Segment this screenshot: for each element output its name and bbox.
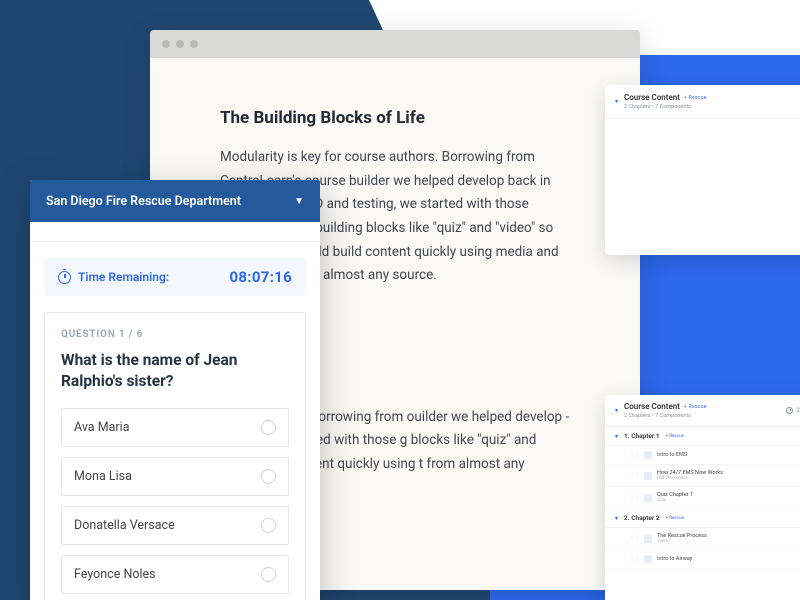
caret-down-icon: ▾ xyxy=(615,433,618,440)
answer-option[interactable]: Mona Lisa xyxy=(61,457,289,496)
browser-titlebar xyxy=(150,30,640,58)
caret-down-icon: ▾ xyxy=(615,515,618,522)
chapter-badge: + Rescue xyxy=(666,516,684,521)
course-content-header[interactable]: ▾ Course Content + Rescue 2 Chapters • 7… xyxy=(605,85,800,119)
content-item[interactable]: ⋮⋮ Quiz Chapter 1 Quiz 5:00 xyxy=(605,487,800,509)
quiz-subbar xyxy=(30,222,320,242)
stopwatch-icon xyxy=(58,271,71,284)
caret-down-icon: ▼ xyxy=(294,196,304,207)
content-item[interactable]: ⋮⋮ The Rescue Process Video 5:00 xyxy=(605,528,800,550)
radio-icon xyxy=(261,518,276,533)
course-content-title: Course Content xyxy=(624,402,680,411)
item-subtitle: Video xyxy=(657,539,707,544)
answer-label: Feyonce Noles xyxy=(74,567,156,582)
caret-down-icon: ▾ xyxy=(615,98,618,105)
answer-label: Mona Lisa xyxy=(74,469,132,484)
caret-down-icon: ▾ xyxy=(615,407,618,414)
answer-option[interactable]: Ava Maria xyxy=(61,408,289,447)
chapter-title: 1. Chapter 1 xyxy=(624,432,660,440)
question-card: QUESTION 1 / 6 What is the name of Jean … xyxy=(44,312,306,600)
course-content-title: Course Content xyxy=(624,93,680,102)
duration-text: 2:00:00 xyxy=(796,407,800,414)
course-content-badge: + Rescue xyxy=(684,404,707,410)
question-text: What is the name of Jean Ralphio's siste… xyxy=(61,350,289,392)
course-content-header[interactable]: ▾ Course Content + Rescue 2 Chapters • 7… xyxy=(605,395,800,427)
question-counter: QUESTION 1 / 6 xyxy=(61,329,289,340)
window-dot xyxy=(190,40,198,48)
document-icon xyxy=(644,451,652,459)
quiz-org-header[interactable]: San Diego Fire Rescue Department ▼ xyxy=(30,180,320,222)
drag-handle-icon[interactable]: ⋮⋮ xyxy=(629,556,639,563)
quiz-org-name: San Diego Fire Rescue Department xyxy=(46,194,241,209)
drag-handle-icon[interactable]: ⋮⋮ xyxy=(629,535,639,542)
content-item[interactable]: ⋮⋮ Intro to Airway 5:00 xyxy=(605,550,800,569)
course-content-subtitle: 2 Chapters • 7 Components xyxy=(624,413,707,419)
timer-value: 08:07:16 xyxy=(230,268,293,286)
drag-handle-icon[interactable]: ⋮⋮ xyxy=(629,494,639,501)
drag-handle-icon[interactable]: ⋮⋮ xyxy=(629,452,639,459)
course-content-badge: + Rescue xyxy=(684,95,707,101)
course-content-duration: 2:00:00 xyxy=(786,407,800,414)
drag-handle-icon[interactable]: ⋮⋮ xyxy=(629,472,639,479)
document-icon xyxy=(644,472,652,480)
radio-icon xyxy=(261,567,276,582)
window-dot xyxy=(176,40,184,48)
item-subtitle: PDF Document xyxy=(657,476,723,481)
course-content-subtitle: 2 Chapters • 7 Components xyxy=(624,104,707,110)
chapter-row[interactable]: ▾ 1. Chapter 1 + Rescue 10:00 xyxy=(605,427,800,446)
content-item[interactable]: ⋮⋮ Intro to EMS 5:00 xyxy=(605,446,800,465)
quiz-timer: Time Remaining: 08:07:16 xyxy=(44,258,306,296)
answer-label: Donatella Versace xyxy=(74,518,175,533)
course-content-preview-collapsed: ▾ Course Content + Rescue 2 Chapters • 7… xyxy=(605,85,800,255)
chapter-row[interactable]: ▾ 2. Chapter 2 + Rescue 5:00 xyxy=(605,509,800,528)
chapter-badge: + Rescue xyxy=(666,434,684,439)
course-content-preview-expanded: ▾ Course Content + Rescue 2 Chapters • 7… xyxy=(605,395,800,600)
item-title: Intro to Airway xyxy=(657,556,692,562)
content-item[interactable]: ⋮⋮ How 24/7 EMS Now Works PDF Document 5… xyxy=(605,465,800,487)
answer-option[interactable]: Feyonce Noles xyxy=(61,555,289,594)
window-dot xyxy=(162,40,170,48)
quiz-icon xyxy=(644,494,652,502)
video-icon xyxy=(644,535,652,543)
answer-label: Ava Maria xyxy=(74,420,130,435)
article-heading: The Building Blocks of Life xyxy=(220,108,570,128)
radio-icon xyxy=(261,469,276,484)
answer-option[interactable]: Donatella Versace xyxy=(61,506,289,545)
quiz-mobile-card: San Diego Fire Rescue Department ▼ Time … xyxy=(30,180,320,600)
document-icon xyxy=(644,555,652,563)
timer-label: Time Remaining: xyxy=(78,270,169,284)
chapter-title: 2. Chapter 2 xyxy=(624,514,660,522)
clock-icon xyxy=(786,407,793,414)
radio-icon xyxy=(261,420,276,435)
item-subtitle: Quiz xyxy=(657,498,693,503)
item-title: Intro to EMS xyxy=(657,452,687,458)
